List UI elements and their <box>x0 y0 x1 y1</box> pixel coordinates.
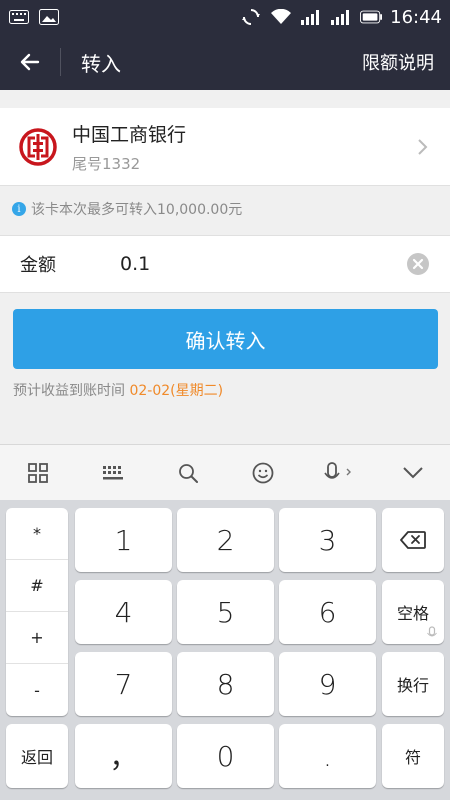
arrow-left-icon <box>20 53 40 71</box>
card-tail-number: 尾号1332 <box>72 154 141 173</box>
key-2[interactable]: 2 <box>177 508 274 572</box>
key-enter[interactable]: 换行 <box>382 652 444 716</box>
search-icon[interactable] <box>168 453 208 493</box>
keyboard-switch-icon[interactable] <box>93 453 133 493</box>
key-0[interactable]: 0 <box>177 724 274 788</box>
eta-label: 预计收益到账时间 <box>13 383 125 399</box>
emoji-icon[interactable] <box>243 453 283 493</box>
key-plus[interactable]: + <box>6 612 68 664</box>
key-hash[interactable]: # <box>6 560 68 612</box>
keyboard-notification-icon <box>8 9 30 25</box>
back-button[interactable] <box>0 34 60 90</box>
page-title: 转入 <box>81 51 121 76</box>
signal-icon <box>300 9 322 25</box>
amount-row: 金额 <box>0 235 450 293</box>
symbol-column: * # + - <box>6 508 68 716</box>
key-asterisk[interactable]: * <box>6 508 68 560</box>
key-backspace[interactable] <box>382 508 444 572</box>
transfer-limit-text: 该卡本次最多可转入10,000.00元 <box>31 202 243 218</box>
grid-menu-icon[interactable] <box>18 453 58 493</box>
voice-input-icon[interactable] <box>318 453 358 493</box>
wifi-icon <box>270 9 292 25</box>
key-1[interactable]: 1 <box>75 508 172 572</box>
signal-icon-2 <box>330 9 352 25</box>
icbc-logo-icon <box>19 127 57 166</box>
key-space[interactable]: 空格 <box>382 580 444 644</box>
key-comma[interactable]: ， <box>75 724 172 788</box>
battery-icon <box>360 9 383 25</box>
limit-info-link[interactable]: 限额说明 <box>362 49 434 75</box>
key-space-label: 空格 <box>396 604 429 623</box>
nav-divider <box>60 48 61 76</box>
status-bar: 16:44 <box>0 0 450 34</box>
key-7[interactable]: 7 <box>75 652 172 716</box>
chevron-right-icon <box>418 138 428 155</box>
key-symbols[interactable]: 符 <box>382 724 444 788</box>
keyboard-toolbar <box>0 444 450 500</box>
numeric-keyboard: * # + - 1 2 3 4 5 6 7 8 9 返回 ， 0 . 空格 换行… <box>0 500 450 800</box>
clear-icon[interactable] <box>406 252 430 276</box>
info-icon: i <box>12 202 26 216</box>
key-back[interactable]: 返回 <box>6 724 68 788</box>
amount-input[interactable] <box>120 253 406 275</box>
key-3[interactable]: 3 <box>279 508 376 572</box>
earnings-eta: 预计收益到账时间 02-02(星期二) <box>13 380 223 400</box>
sync-icon <box>240 9 262 25</box>
key-dot[interactable]: . <box>279 724 376 788</box>
clock: 16:44 <box>390 6 442 28</box>
mic-icon <box>427 626 437 637</box>
image-notification-icon <box>38 9 60 25</box>
eta-date: 02-02(星期二) <box>129 383 224 399</box>
key-minus[interactable]: - <box>6 664 68 716</box>
amount-label: 金额 <box>20 255 56 276</box>
navigation-bar: 转入 限额说明 <box>0 34 450 90</box>
bank-card-selector[interactable]: 中国工商银行 尾号1332 <box>0 108 450 186</box>
key-8[interactable]: 8 <box>177 652 274 716</box>
transfer-limit-notice: i 该卡本次最多可转入10,000.00元 <box>12 198 442 220</box>
key-9[interactable]: 9 <box>279 652 376 716</box>
key-4[interactable]: 4 <box>75 580 172 644</box>
backspace-icon <box>400 531 426 549</box>
key-5[interactable]: 5 <box>177 580 274 644</box>
confirm-transfer-button[interactable]: 确认转入 <box>13 309 438 369</box>
bank-name: 中国工商银行 <box>72 123 187 146</box>
key-6[interactable]: 6 <box>279 580 376 644</box>
collapse-keyboard-icon[interactable] <box>393 453 433 493</box>
